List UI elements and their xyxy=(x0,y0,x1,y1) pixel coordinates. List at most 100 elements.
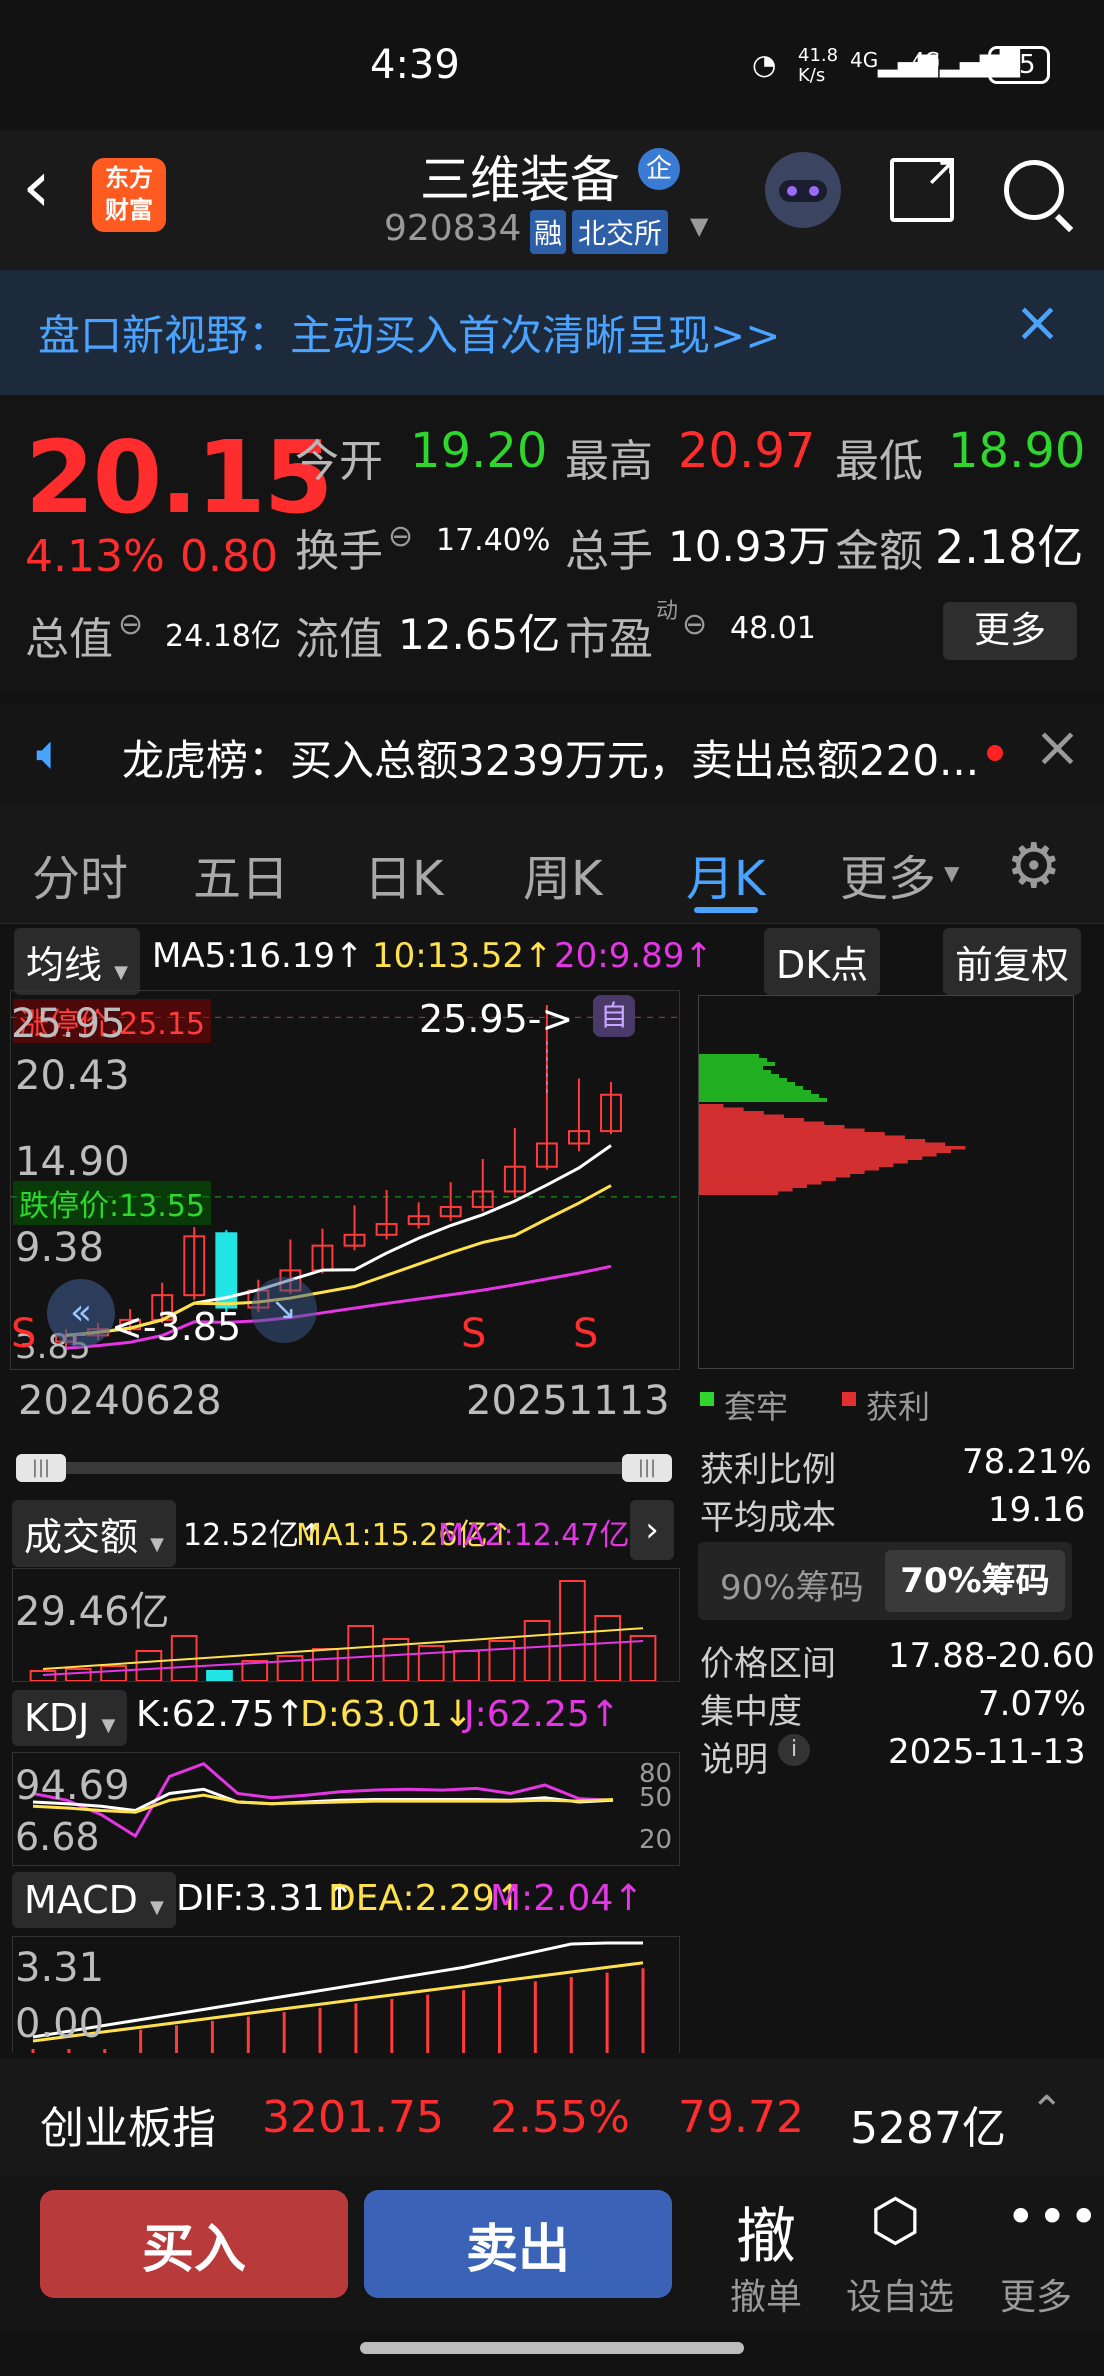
info-icon[interactable]: ⊖ xyxy=(118,607,143,642)
clock: 4:39 xyxy=(370,42,460,88)
scroll-left-button[interactable]: « xyxy=(47,1279,115,1347)
banner-text[interactable]: 盘口新视野：主动买入首次清晰呈现>> xyxy=(38,302,780,363)
kdj-level-50: 50 xyxy=(639,1783,673,1813)
note-label: 说明 xyxy=(700,1740,768,1780)
profit-chip-bar xyxy=(699,1111,764,1115)
more-label[interactable]: 更多 xyxy=(1000,2268,1072,2320)
dk-point-button[interactable]: DK点 xyxy=(764,928,881,995)
dropdown-icon[interactable]: ▼ xyxy=(690,212,708,240)
tab-90-chips[interactable]: 90%筹码 xyxy=(720,1560,864,1609)
speedometer-icon: ◔ xyxy=(752,48,777,81)
note-date: 2025-11-13 xyxy=(888,1732,1086,1772)
avg-cost-value: 19.16 xyxy=(988,1490,1086,1530)
macd-dea-line xyxy=(32,1961,644,2043)
gear-icon[interactable]: ⚙ xyxy=(1006,829,1062,902)
close-icon[interactable]: × xyxy=(1014,290,1061,355)
volume-value: 10.93万 xyxy=(668,522,831,571)
cancel-order-label[interactable]: 撤单 xyxy=(730,2268,802,2320)
ma10-value: 10:13.52↑ xyxy=(372,936,553,976)
tab-weekly-k[interactable]: 周K xyxy=(523,839,602,909)
kdj-indicator-select[interactable]: KDJ ▼ xyxy=(12,1690,128,1746)
quote-panel: 20.15 4.13% 0.80 今开 19.20 最高 20.97 最低 18… xyxy=(0,395,1104,693)
cancel-order-icon[interactable]: 撤 xyxy=(736,2188,796,2275)
end-date: 20251113 xyxy=(466,1378,670,1424)
open-label: 今开 xyxy=(295,436,383,487)
tab-70-chips[interactable]: 70%筹码 xyxy=(885,1550,1065,1612)
amount-value: 2.18亿 xyxy=(935,520,1084,574)
indicator-select[interactable]: 均线 ▼ xyxy=(14,928,140,995)
tab-monthly-k[interactable]: 月K xyxy=(686,839,765,909)
macd-indicator-select[interactable]: MACD ▼ xyxy=(12,1872,176,1928)
chevron-down-icon[interactable]: ▼ xyxy=(944,861,959,885)
chip-svg xyxy=(699,1054,966,1195)
add-watchlist-label[interactable]: 设自选 xyxy=(846,2268,954,2320)
indicator-label: 均线 xyxy=(26,943,103,987)
kdj-chart[interactable]: 94.69 6.68 80 50 20 xyxy=(12,1752,680,1866)
chevron-right-icon[interactable]: › xyxy=(630,1500,674,1560)
range-slider-track[interactable] xyxy=(18,1462,662,1474)
network-speed: 41.8 K/s xyxy=(798,45,839,86)
dragon-tiger-notice[interactable]: 🔈︎ 龙虎榜：买入总额3239万元，卖出总额220... × xyxy=(0,705,1104,805)
macd-chart[interactable]: 3.31 0.00 xyxy=(12,1936,680,2053)
volume-indicator-select[interactable]: 成交额 ▼ xyxy=(12,1500,176,1567)
tab-daily-k[interactable]: 日K xyxy=(364,839,443,909)
robot-assistant-icon[interactable] xyxy=(765,152,841,228)
adjust-button[interactable]: 前复权 xyxy=(943,928,1082,995)
chevron-down-icon: ▼ xyxy=(101,1715,116,1736)
share-icon[interactable]: ↗ xyxy=(890,152,958,222)
info-icon[interactable]: ⊖ xyxy=(388,519,413,554)
float-label: 流值 xyxy=(295,614,383,665)
more-button[interactable]: 更多 xyxy=(943,602,1077,660)
volume-bar xyxy=(100,1665,127,1682)
promo-banner[interactable]: 盘口新视野：主动买入首次清晰呈现>> × xyxy=(0,270,1104,395)
more-dots-icon[interactable]: ••• xyxy=(1006,2188,1100,2246)
trap-chip-bar xyxy=(699,1082,795,1086)
index-ticker-bar[interactable]: 创业板指 3201.75 2.55% 79.72 5287亿 ⌃ xyxy=(0,2058,1104,2176)
kline-chart[interactable]: 涨停价:25.15 跌停价:13.55 25.95-> 自 25.95 20.4… xyxy=(10,990,680,1370)
profit-chip-bar xyxy=(699,1191,779,1195)
home-indicator xyxy=(360,2342,744,2354)
tab-intraday[interactable]: 分时 xyxy=(32,839,128,909)
volume-bar xyxy=(488,1640,516,1682)
concentration-label: 集中度 xyxy=(700,1692,802,1732)
volume-label: 成交额 xyxy=(24,1515,139,1559)
index-amount: 5287亿 xyxy=(850,2103,1006,2154)
close-icon[interactable]: × xyxy=(1034,715,1081,780)
trap-chip-bar xyxy=(699,1062,775,1066)
hexagon-icon[interactable]: ⬡ xyxy=(870,2186,921,2254)
signal-label-2: 4G xyxy=(912,48,941,72)
profit-ratio-value: 78.21% xyxy=(962,1442,1092,1482)
volume-bar xyxy=(523,1620,551,1682)
range-slider-right-handle[interactable]: ||| xyxy=(622,1454,672,1482)
profit-chip-bar xyxy=(699,1156,923,1160)
buy-button[interactable]: 买入 xyxy=(40,2190,348,2298)
profit-chip-bar xyxy=(699,1121,825,1125)
trap-chip-bar xyxy=(699,1066,763,1070)
drag-handle-icon[interactable]: ↘ xyxy=(251,1277,317,1343)
sell-button[interactable]: 卖出 xyxy=(364,2190,672,2298)
info-icon[interactable]: ⊖ xyxy=(682,607,707,642)
index-pct: 2.55% xyxy=(490,2092,630,2143)
chevron-down-icon: ▼ xyxy=(114,962,128,983)
search-icon[interactable] xyxy=(1004,160,1074,233)
tab-more[interactable]: 更多 xyxy=(840,839,936,909)
mktcap-label: 总值 xyxy=(25,614,113,665)
volume-bar xyxy=(64,1668,92,1682)
notice-text[interactable]: 龙虎榜：买入总额3239万元，卖出总额220... xyxy=(122,727,979,788)
min-price-marker: <-3.85 xyxy=(111,1305,242,1349)
chip-distribution-chart[interactable] xyxy=(698,995,1074,1369)
back-icon[interactable]: ‹ xyxy=(22,150,51,222)
volume-chart[interactable]: 29.46亿 xyxy=(12,1568,680,1682)
volume-bar xyxy=(29,1670,57,1682)
app-logo[interactable]: 东方 财富 xyxy=(92,158,166,232)
stock-name[interactable]: 三维装备 xyxy=(420,140,620,212)
chevron-up-icon[interactable]: ⌃ xyxy=(1030,2088,1064,2134)
trap-chip-bar xyxy=(699,1090,811,1094)
volume-bar xyxy=(347,1625,375,1682)
float-value: 12.65亿 xyxy=(398,610,561,659)
range-slider-left-handle[interactable]: ||| xyxy=(16,1454,66,1482)
info-icon[interactable]: i xyxy=(778,1734,810,1766)
exchange-tag: 北交所 xyxy=(572,210,669,254)
tab-five-day[interactable]: 五日 xyxy=(193,839,289,909)
y-label-2: 20.43 xyxy=(15,1053,130,1099)
